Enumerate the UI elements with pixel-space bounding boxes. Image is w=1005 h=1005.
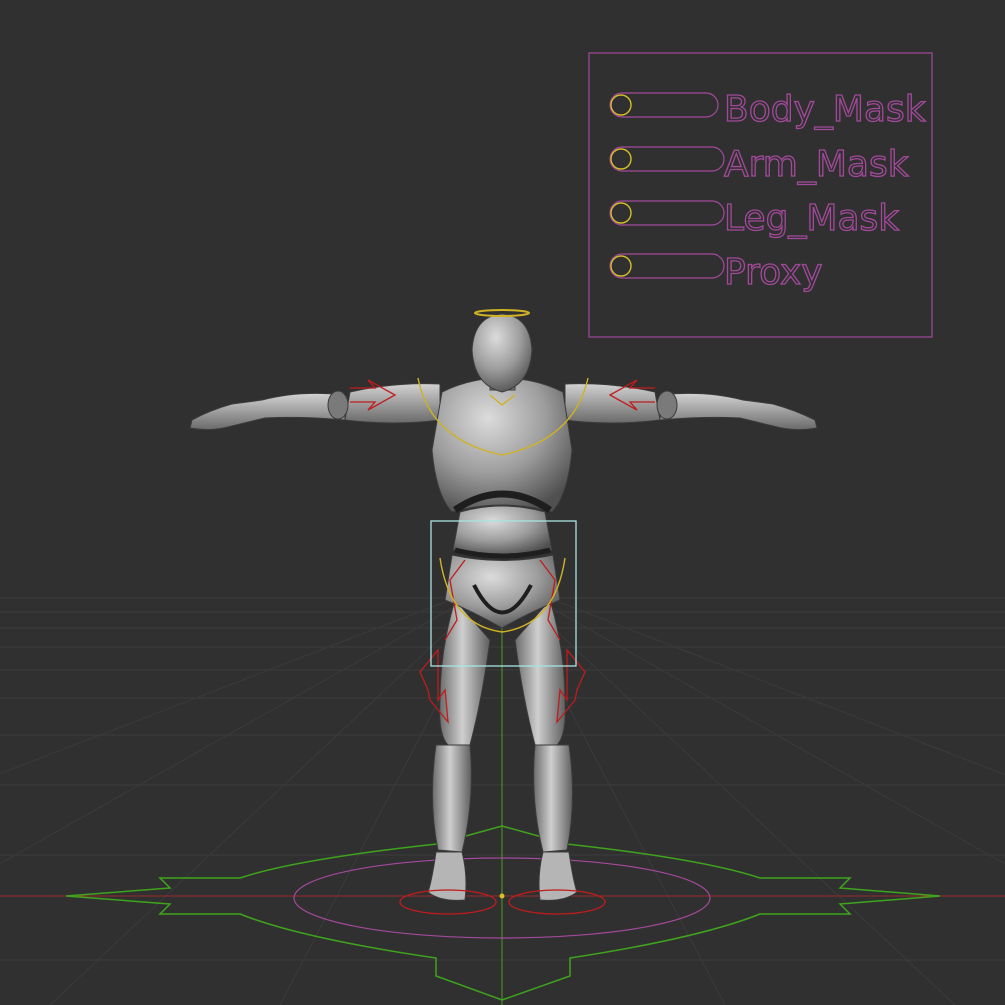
root-control[interactable]: [65, 825, 941, 1001]
mask-label-arm: Arm_Mask: [724, 144, 909, 185]
mask-toggle-arm[interactable]: Arm_Mask: [609, 143, 909, 186]
mask-panel: Body_Mask Arm_Mask Leg_Mask Proxy: [588, 52, 933, 338]
mask-toggle-leg[interactable]: Leg_Mask: [609, 197, 900, 240]
mask-slider-knob[interactable]: [610, 148, 632, 170]
mask-slider-knob[interactable]: [610, 94, 632, 116]
mask-toggle-proxy[interactable]: Proxy: [609, 251, 823, 294]
mask-slider-knob[interactable]: [610, 202, 632, 224]
mask-label-leg: Leg_Mask: [724, 198, 899, 239]
mask-label-proxy: Proxy: [724, 252, 823, 293]
mask-toggle-body[interactable]: Body_Mask: [609, 88, 926, 131]
mask-slider-knob[interactable]: [610, 255, 632, 277]
viewport-canvas[interactable]: Body_Mask Arm_Mask Leg_Mask Proxy: [0, 0, 1005, 1005]
world-origin-marker: [499, 893, 505, 899]
3d-viewport[interactable]: Body_Mask Arm_Mask Leg_Mask Proxy: [0, 0, 1005, 1005]
character-mesh[interactable]: [189, 313, 818, 901]
mask-label-body: Body_Mask: [724, 89, 926, 130]
